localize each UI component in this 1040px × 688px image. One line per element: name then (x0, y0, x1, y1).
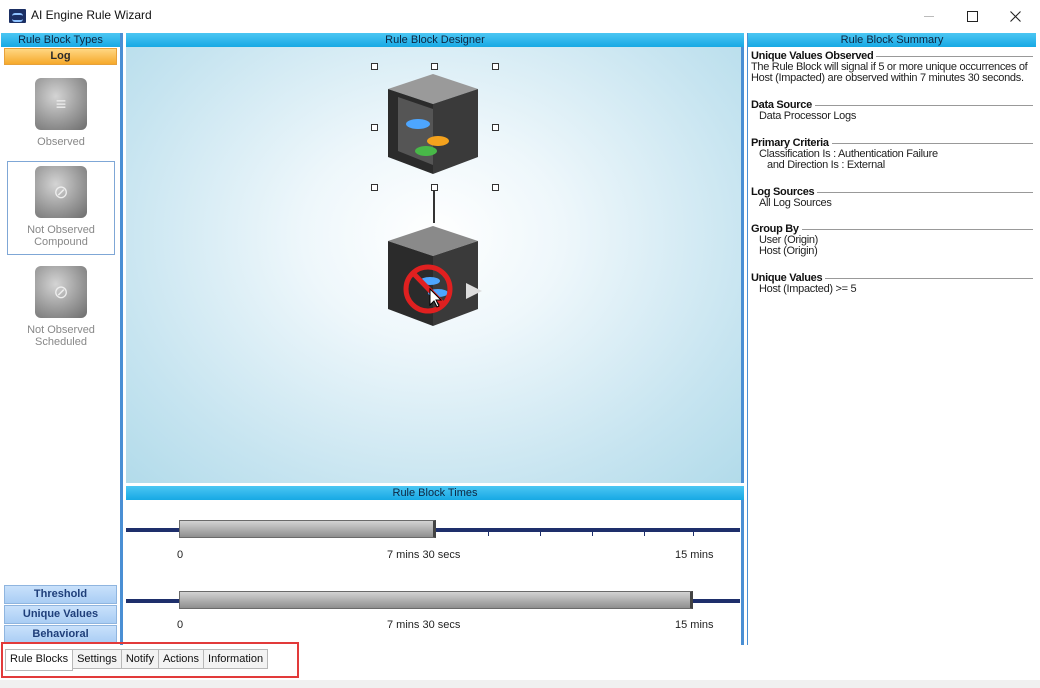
rule-block-types-header: Rule Block Types (1, 33, 120, 47)
resize-handle[interactable] (492, 63, 499, 70)
time-label-start: 0 (177, 549, 184, 561)
category-threshold-button[interactable]: Threshold (4, 585, 117, 604)
time-window-bar[interactable] (179, 591, 693, 609)
category-log-button[interactable]: Log (4, 48, 117, 65)
maximize-button[interactable] (950, 0, 994, 32)
resize-handle[interactable] (492, 124, 499, 131)
time-label-end: 15 mins (675, 619, 714, 631)
time-tick (592, 529, 593, 536)
block-item-label: Observed (37, 136, 85, 148)
resize-handle[interactable] (492, 184, 499, 191)
resize-handle[interactable] (371, 63, 378, 70)
block-connector (433, 191, 435, 223)
not-observed-cube-icon: ⊘ (35, 166, 87, 218)
rule-block-designer[interactable]: Rule Block Designer (126, 33, 744, 483)
block-item-label: Not Observed Compound (27, 224, 95, 248)
summary-section-group-by: Group By User (Origin) Host (Origin) (751, 223, 1033, 257)
summary-line: All Log Sources (759, 197, 832, 209)
times-header: Rule Block Times (126, 486, 744, 500)
window-title: AI Engine Rule Wizard (31, 8, 152, 22)
rule-block-summary-panel: Rule Block Summary Unique Values Observe… (747, 33, 1036, 645)
rule-block-types-panel: Rule Block Types Log ≡ Observed ⊘ Not Ob… (1, 33, 123, 645)
summary-section-primary-criteria: Primary Criteria Classification Is : Aut… (751, 137, 1033, 171)
app-logo-icon (9, 9, 26, 23)
summary-section-unique-values: Unique Values Host (Impacted) >= 5 (751, 272, 1033, 295)
summary-header: Rule Block Summary (748, 33, 1036, 47)
resize-handle[interactable] (371, 124, 378, 131)
bottom-strip (0, 680, 1040, 688)
time-label-mid: 7 mins 30 secs (387, 619, 461, 631)
summary-section-log-sources: Log Sources All Log Sources (751, 186, 1033, 209)
minimize-button[interactable] (907, 0, 951, 32)
tabs-highlight-box (1, 642, 299, 678)
summary-section-data-source: Data Source Data Processor Logs (751, 99, 1033, 122)
observed-block-cube-icon[interactable] (378, 69, 488, 179)
summary-line: and Direction Is : External (767, 159, 885, 171)
title-bar: AI Engine Rule Wizard (0, 0, 1040, 32)
block-item-label: Not Observed Scheduled (27, 324, 95, 348)
rule-block-times-panel: Rule Block Times 0 7 mins 30 secs 15 min… (126, 486, 744, 645)
not-observed-scheduled-cube-icon: ⊘ (35, 266, 87, 318)
block-item-observed[interactable]: ≡ Observed (7, 78, 115, 148)
not-observed-block-cube-icon[interactable] (378, 221, 488, 331)
time-tick (540, 529, 541, 536)
designer-header: Rule Block Designer (126, 33, 744, 47)
summary-line: Host (Impacted) >= 5 (759, 283, 857, 295)
time-label-end: 15 mins (675, 549, 714, 561)
observed-cube-icon: ≡ (35, 78, 87, 130)
time-tick (488, 529, 489, 536)
time-label-mid: 7 mins 30 secs (387, 549, 461, 561)
close-icon (1009, 10, 1021, 22)
block-item-not-observed-compound[interactable]: ⊘ Not Observed Compound (7, 161, 115, 255)
summary-section-unique-values-observed: Unique Values Observed The Rule Block wi… (751, 50, 1033, 84)
resize-handle[interactable] (371, 184, 378, 191)
time-tick (693, 529, 694, 536)
time-window-bar[interactable] (179, 520, 436, 538)
summary-line: Host (Origin) (759, 245, 818, 257)
resize-handle[interactable] (431, 184, 438, 191)
block-item-not-observed-scheduled[interactable]: ⊘ Not Observed Scheduled (7, 266, 115, 348)
close-button[interactable] (993, 0, 1037, 32)
time-label-start: 0 (177, 619, 184, 631)
category-unique-values-button[interactable]: Unique Values (4, 605, 117, 624)
summary-line: Data Processor Logs (759, 110, 857, 122)
time-tick (644, 529, 645, 536)
summary-line: Host (Impacted) are observed within 7 mi… (751, 72, 1024, 84)
